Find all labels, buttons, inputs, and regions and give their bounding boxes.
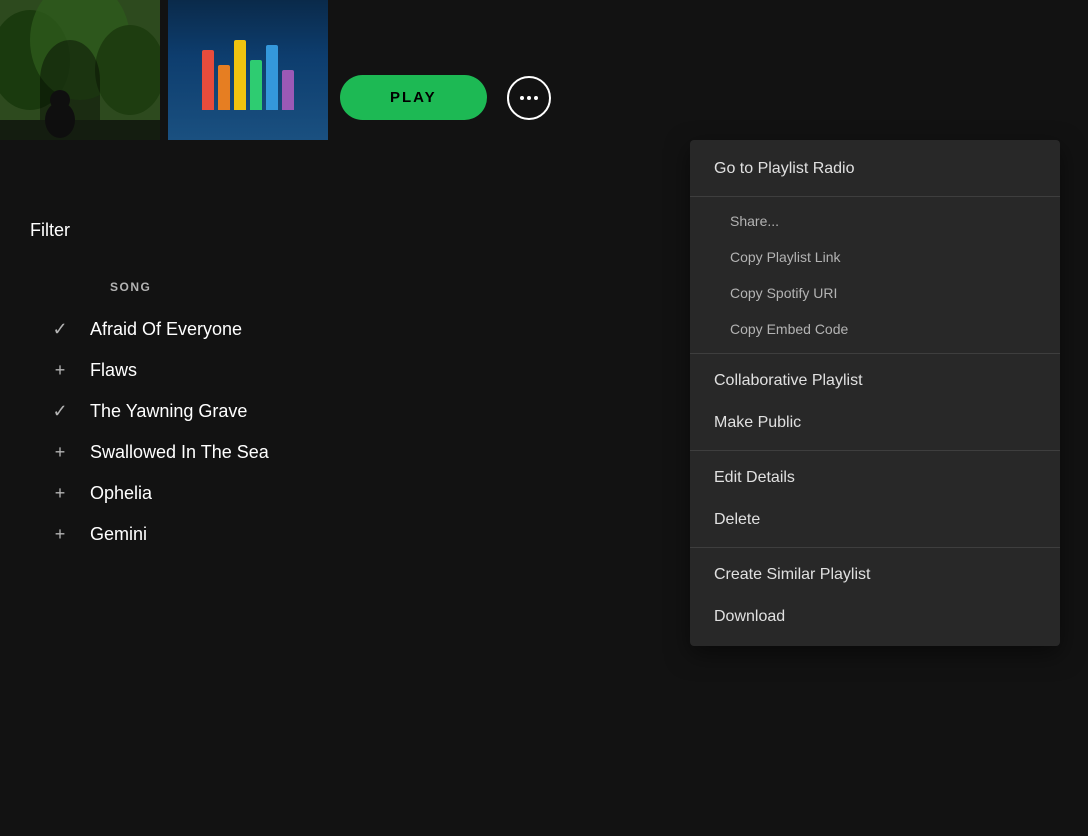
song-column-header: SONG bbox=[30, 280, 660, 309]
context-menu: Go to Playlist Radio Share...Copy Playlis… bbox=[690, 140, 1060, 646]
plus-icon: + bbox=[30, 483, 90, 504]
color-bar bbox=[250, 60, 262, 110]
filter-label: Filter bbox=[30, 220, 70, 240]
checkmark-icon: ✓ bbox=[30, 401, 90, 422]
song-item[interactable]: +Ophelia bbox=[30, 473, 660, 514]
dot-3 bbox=[534, 96, 538, 100]
plus-icon: + bbox=[30, 524, 90, 545]
menu-item-download[interactable]: Download bbox=[690, 596, 1060, 638]
song-item[interactable]: ✓Afraid Of Everyone bbox=[30, 309, 660, 350]
song-item[interactable]: ✓The Yawning Grave bbox=[30, 391, 660, 432]
header-controls: PLAY bbox=[340, 75, 551, 120]
dot-2 bbox=[527, 96, 531, 100]
menu-item-collaborative-playlist[interactable]: Collaborative Playlist bbox=[690, 360, 1060, 402]
color-bars bbox=[202, 30, 294, 110]
menu-item-copy-embed-code[interactable]: Copy Embed Code bbox=[690, 311, 1060, 347]
menu-item-create-similar-playlist[interactable]: Create Similar Playlist bbox=[690, 554, 1060, 596]
checkmark-icon: ✓ bbox=[30, 319, 90, 340]
song-title: The Yawning Grave bbox=[90, 401, 247, 422]
menu-item-delete[interactable]: Delete bbox=[690, 499, 1060, 541]
song-item[interactable]: +Gemini bbox=[30, 514, 660, 555]
menu-divider bbox=[690, 196, 1060, 197]
menu-item-copy-spotify-uri[interactable]: Copy Spotify URI bbox=[690, 275, 1060, 311]
menu-item-make-public[interactable]: Make Public bbox=[690, 402, 1060, 444]
color-bar bbox=[266, 45, 278, 110]
song-title: Swallowed In The Sea bbox=[90, 442, 269, 463]
color-bar bbox=[282, 70, 294, 110]
menu-item-edit-details[interactable]: Edit Details bbox=[690, 457, 1060, 499]
color-bar bbox=[218, 65, 230, 110]
menu-divider bbox=[690, 547, 1060, 548]
color-bar bbox=[202, 50, 214, 110]
play-button[interactable]: PLAY bbox=[340, 75, 487, 120]
menu-divider bbox=[690, 450, 1060, 451]
song-title: Gemini bbox=[90, 524, 147, 545]
menu-item-go-to-playlist-radio[interactable]: Go to Playlist Radio bbox=[690, 148, 1060, 190]
song-title: Afraid Of Everyone bbox=[90, 319, 242, 340]
menu-item-share[interactable]: Share... bbox=[690, 203, 1060, 239]
filter-area: Filter bbox=[0, 220, 70, 241]
plus-icon: + bbox=[30, 360, 90, 381]
plus-icon: + bbox=[30, 442, 90, 463]
album-art-right bbox=[168, 0, 328, 140]
song-title: Ophelia bbox=[90, 483, 152, 504]
color-bar bbox=[234, 40, 246, 110]
menu-divider bbox=[690, 353, 1060, 354]
song-item[interactable]: +Swallowed In The Sea bbox=[30, 432, 660, 473]
song-title: Flaws bbox=[90, 360, 137, 381]
dot-1 bbox=[520, 96, 524, 100]
song-item[interactable]: +Flaws bbox=[30, 350, 660, 391]
menu-item-copy-playlist-link[interactable]: Copy Playlist Link bbox=[690, 239, 1060, 275]
more-options-button[interactable] bbox=[507, 76, 551, 120]
song-list: SONG ✓Afraid Of Everyone+Flaws✓The Yawni… bbox=[0, 280, 660, 555]
album-art-left bbox=[0, 0, 160, 140]
